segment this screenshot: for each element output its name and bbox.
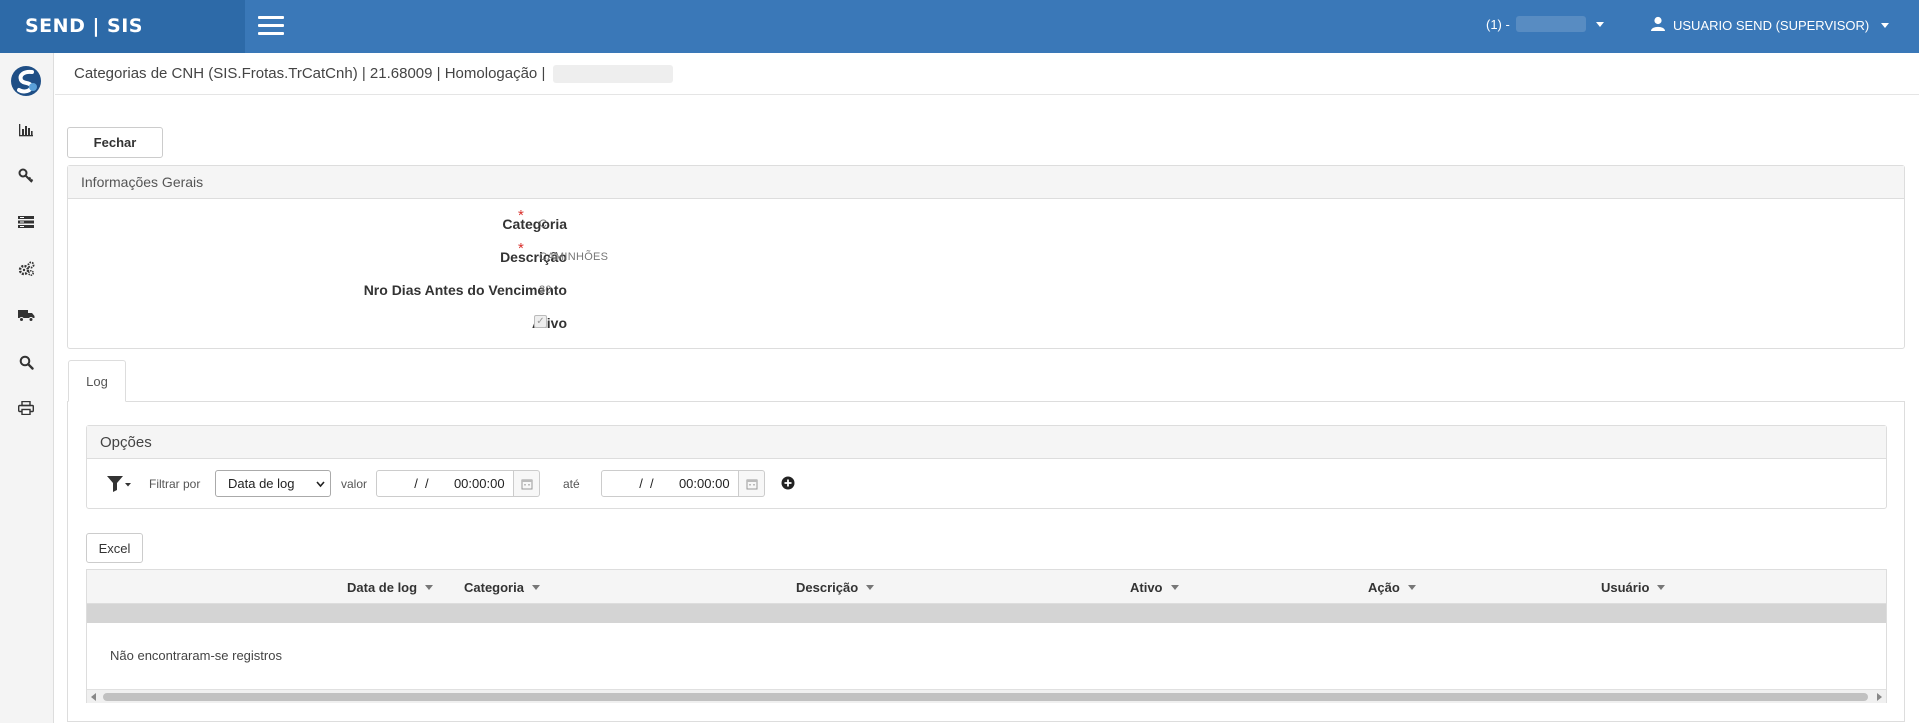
chevron-down-icon — [316, 481, 325, 488]
scrollbar-thumb[interactable] — [103, 693, 1868, 701]
field-row-ativo: Ativo ✓ — [68, 312, 1904, 334]
company-prefix: (1) - — [1486, 16, 1510, 32]
grid-filter-band — [87, 604, 1886, 623]
sort-caret-icon — [425, 585, 434, 590]
filter-row: Filtrar por Data de log valor / / 00:00:… — [87, 470, 1886, 497]
close-button[interactable]: Fechar — [67, 127, 163, 158]
user-name: USUARIO SEND (SUPERVISOR) — [1673, 17, 1870, 33]
column-header-ativo[interactable]: Ativo — [1130, 580, 1179, 595]
chevron-down-icon — [1881, 22, 1890, 28]
print-icon[interactable] — [17, 399, 35, 417]
horizontal-scrollbar[interactable] — [87, 689, 1886, 703]
ativo-checkbox[interactable]: ✓ — [534, 315, 547, 328]
field-row-categoria: Categoria * C — [68, 207, 1904, 235]
user-menu[interactable]: USUARIO SEND (SUPERVISOR) — [1651, 16, 1890, 34]
sort-caret-icon — [531, 585, 540, 590]
options-title: Opções — [87, 426, 1886, 459]
scroll-left-icon[interactable] — [91, 693, 96, 701]
required-marker: * — [518, 207, 524, 224]
filter-by-label: Filtrar por — [149, 477, 201, 491]
field-value-descricao: CAMINHÕES — [539, 251, 609, 263]
field-value-categoria: C — [539, 218, 548, 230]
column-header-descricao[interactable]: Descrição — [796, 580, 875, 595]
sort-caret-icon — [866, 585, 875, 590]
empty-message: Não encontraram-se registros — [110, 648, 282, 663]
log-grid: Data de log Categoria Descrição Ativo Aç… — [86, 569, 1887, 703]
sis-logo-icon[interactable] — [10, 65, 42, 97]
column-header-data-log[interactable]: Data de log — [347, 580, 434, 595]
key-icon[interactable] — [17, 167, 35, 185]
top-bar: SEND | SIS (1) - USUARIO SEND (SUPERVISO… — [0, 0, 1919, 53]
field-value-dias: 30 — [539, 284, 552, 296]
page-title-text: Categorias de CNH (SIS.Frotas.TrCatCnh) … — [74, 65, 546, 82]
calendar-icon[interactable] — [739, 470, 765, 497]
chevron-down-icon — [1595, 21, 1604, 27]
add-filter-icon[interactable] — [781, 476, 795, 493]
environment-redacted — [553, 64, 674, 83]
brand-logo[interactable]: SEND | SIS — [0, 0, 245, 53]
list-icon[interactable] — [17, 213, 35, 231]
date-to-input[interactable]: / / 00:00:00 — [601, 470, 739, 497]
truck-icon[interactable] — [17, 306, 35, 324]
filter-funnel-icon[interactable] — [106, 475, 132, 496]
column-label: Descrição — [796, 580, 859, 595]
field-row-descricao: Descrição * CAMINHÕES — [68, 240, 1904, 268]
filter-field-value: Data de log — [228, 476, 295, 491]
user-icon — [1651, 16, 1665, 34]
column-header-acao[interactable]: Ação — [1368, 580, 1416, 595]
column-label: Ativo — [1130, 580, 1163, 595]
chart-icon[interactable] — [17, 121, 35, 139]
date-from-input[interactable]: / / 00:00:00 — [376, 470, 514, 497]
column-header-usuario[interactable]: Usuário — [1601, 580, 1666, 595]
filter-field-select[interactable]: Data de log — [215, 470, 331, 497]
required-marker: * — [518, 240, 524, 257]
tab-log[interactable]: Log — [68, 360, 126, 402]
gears-icon[interactable] — [17, 260, 35, 278]
scroll-right-icon[interactable] — [1877, 693, 1882, 701]
search-icon[interactable] — [17, 353, 35, 371]
sort-caret-icon — [1657, 585, 1666, 590]
excel-export-button[interactable]: Excel — [86, 533, 143, 563]
options-panel: Opções Filtrar por Data de log valor / /… — [86, 425, 1887, 509]
until-label: até — [563, 477, 580, 491]
column-label: Categoria — [464, 580, 524, 595]
field-label: Categoria — [502, 216, 567, 232]
column-label: Usuário — [1601, 580, 1650, 595]
grid-header: Data de log Categoria Descrição Ativo Aç… — [87, 570, 1886, 604]
company-name-redacted — [1515, 16, 1586, 32]
tab-content-bottom-border — [67, 721, 1905, 722]
page-title: Categorias de CNH (SIS.Frotas.TrCatCnh) … — [55, 53, 1919, 95]
sort-caret-icon — [1407, 585, 1416, 590]
sidebar — [0, 53, 54, 723]
general-info-title: Informações Gerais — [68, 166, 1904, 199]
field-label: Nro Dias Antes do Vencimento — [363, 282, 567, 298]
sort-caret-icon — [1170, 585, 1179, 590]
calendar-icon[interactable] — [514, 470, 540, 497]
value-label: valor — [341, 477, 368, 491]
general-info-panel: Informações Gerais Categoria * C Descriç… — [67, 165, 1905, 349]
field-row-dias-vencimento: Nro Dias Antes do Vencimento 30 — [68, 279, 1904, 301]
column-label: Ação — [1368, 580, 1400, 595]
menu-toggle-icon[interactable] — [258, 16, 284, 35]
column-header-categoria[interactable]: Categoria — [464, 580, 540, 595]
column-label: Data de log — [347, 580, 418, 595]
company-selector[interactable]: (1) - — [1486, 16, 1604, 32]
